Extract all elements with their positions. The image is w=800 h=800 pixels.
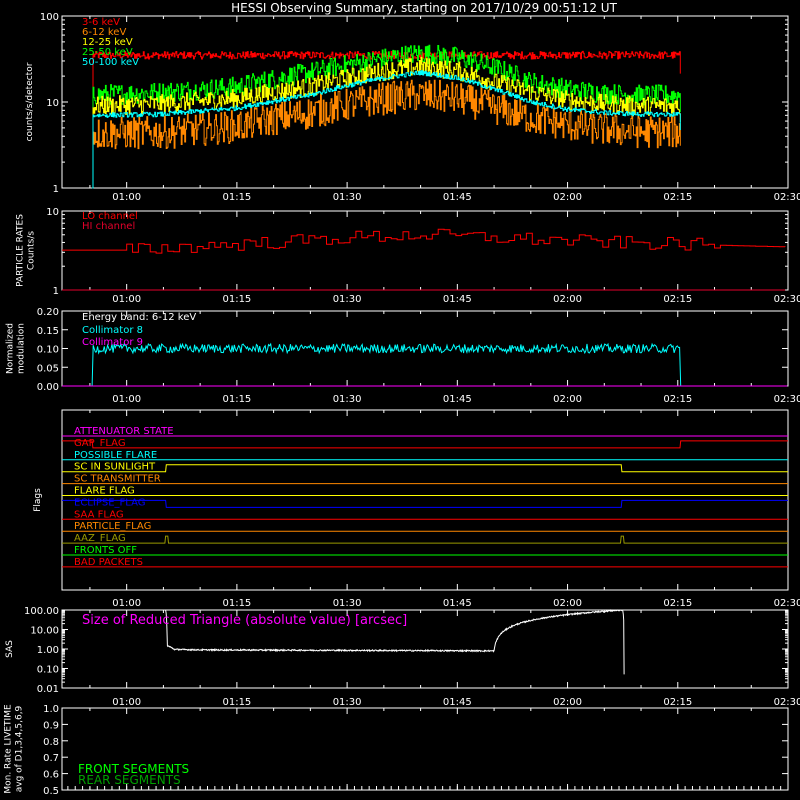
sas-ylabel: SAS [5,640,15,658]
count-rates-xtick-label: 02:15 [663,192,692,203]
flag-label: POSSIBLE FLARE [74,450,157,461]
particle-rates-xtick-label: 01:15 [222,294,251,305]
flag-label: SC TRANSMITTER [74,474,161,485]
count-rates-xtick-label: 02:30 [774,192,800,203]
flags-xtick-label: 02:15 [663,598,692,609]
sas-annotation: Size of Reduced Triangle (absolute value… [82,613,407,628]
flags-xtick-label: 02:30 [774,598,800,609]
modulation-xtick-label: 01:00 [112,394,141,405]
modulation-ytick-label: 0.20 [37,307,59,318]
modulation-ytick-label: 0.00 [37,382,59,393]
modulation-ytick-label: 0.05 [37,363,59,374]
particle-legend-entry: HI channel [82,221,135,232]
flags-xtick-label: 01:00 [112,598,141,609]
flag-label: SAA FLAG [74,509,124,520]
flag-label: PARTICLE_FLAG [74,521,151,532]
flag-label: SC IN SUNLIGHT [74,462,156,473]
count-rates-xtick-label: 01:30 [333,192,362,203]
livetime-ytick-label: 0.7 [43,753,59,764]
sas-ytick-label: 0.10 [37,665,59,676]
flag-label: FRONTS OFF [74,545,137,556]
flag-label: AAZ_FLAG [74,533,126,544]
flags-xtick-label: 01:15 [222,598,251,609]
particle-rates-xtick-label: 02:30 [774,294,800,305]
flags-xtick-label: 01:45 [443,598,472,609]
livetime-legend-entry: REAR SEGMENTS [78,773,181,787]
hessi-summary-chart: HESSI Observing Summary, starting on 201… [0,0,800,800]
modulation-ylabel: Normalizedmodulation [6,323,27,374]
count-rates-xtick-label: 01:15 [222,192,251,203]
count-rates-ytick-label: 10 [46,98,59,109]
flag-label: BAD PACKETS [74,557,143,568]
modulation-legend-entry: Collimator 9 [82,337,143,348]
modulation-xtick-label: 02:15 [663,394,692,405]
count-rates-ytick-label: 100 [40,12,59,23]
livetime-ytick-label: 0.8 [43,737,59,748]
sas-ytick-label: 10.00 [30,626,59,637]
sas-xtick-label: 02:30 [774,697,800,708]
flag-label: ECLIPSE_FLAG [74,497,145,508]
livetime-ytick-label: 1.0 [43,704,59,715]
sas-xtick-label: 01:30 [333,697,362,708]
livetime-ytick-label: 0.9 [43,720,59,731]
particle-rates-xtick-label: 01:30 [333,294,362,305]
energy-band-label: Energy band: 6-12 keV [82,312,196,323]
sas-xtick-label: 01:45 [443,697,472,708]
modulation-ytick-label: 0.15 [37,326,59,337]
modulation-xtick-label: 02:00 [553,394,582,405]
sas-xtick-label: 01:00 [112,697,141,708]
flags-ylabel: Flags [33,488,43,512]
sas-ytick-label: 100.00 [24,606,59,617]
livetime-ylabel: Mon. Rate LIVETIMEavg of D1,3,4,5,6,9 [4,704,25,794]
flag-label: ATTENUATOR STATE [74,426,174,437]
modulation-xtick-label: 01:45 [443,394,472,405]
flag-label: GAP_FLAG [74,438,126,449]
particle-rates-xtick-label: 01:45 [443,294,472,305]
count-rates-xtick-label: 02:00 [553,192,582,203]
particle-rates-ytick-label: 10 [46,207,59,218]
particle-rates-xtick-label: 02:15 [663,294,692,305]
count-rates-xtick-label: 01:45 [443,192,472,203]
modulation-ytick-label: 0.10 [37,345,59,356]
count-rates-legend-entry: 50-100 keV [82,57,139,68]
count-rates-xtick-label: 01:00 [112,192,141,203]
particle-rates-xtick-label: 02:00 [553,294,582,305]
particle-rates-xtick-label: 01:00 [112,294,141,305]
particle-rates-ytick-label: 1 [53,286,59,297]
sas-xtick-label: 02:00 [553,697,582,708]
modulation-xtick-label: 02:30 [774,394,800,405]
flag-label: FLARE FLAG [74,486,135,497]
chart-title: HESSI Observing Summary, starting on 201… [231,1,617,15]
flags-xtick-label: 02:00 [553,598,582,609]
count-rates-ytick-label: 1 [53,184,59,195]
count-rates-ylabel: counts/s/detector [25,62,35,141]
modulation-xtick-label: 01:30 [333,394,362,405]
livetime-ytick-label: 0.5 [43,786,59,797]
livetime-ytick-label: 0.6 [43,770,59,781]
sas-xtick-label: 01:15 [222,697,251,708]
sas-xtick-label: 02:15 [663,697,692,708]
sas-ytick-label: 0.01 [37,684,59,695]
sas-ytick-label: 1.00 [37,645,59,656]
flags-xtick-label: 01:30 [333,598,362,609]
modulation-legend-entry: Collimator 8 [82,325,143,336]
modulation-xtick-label: 01:15 [222,394,251,405]
